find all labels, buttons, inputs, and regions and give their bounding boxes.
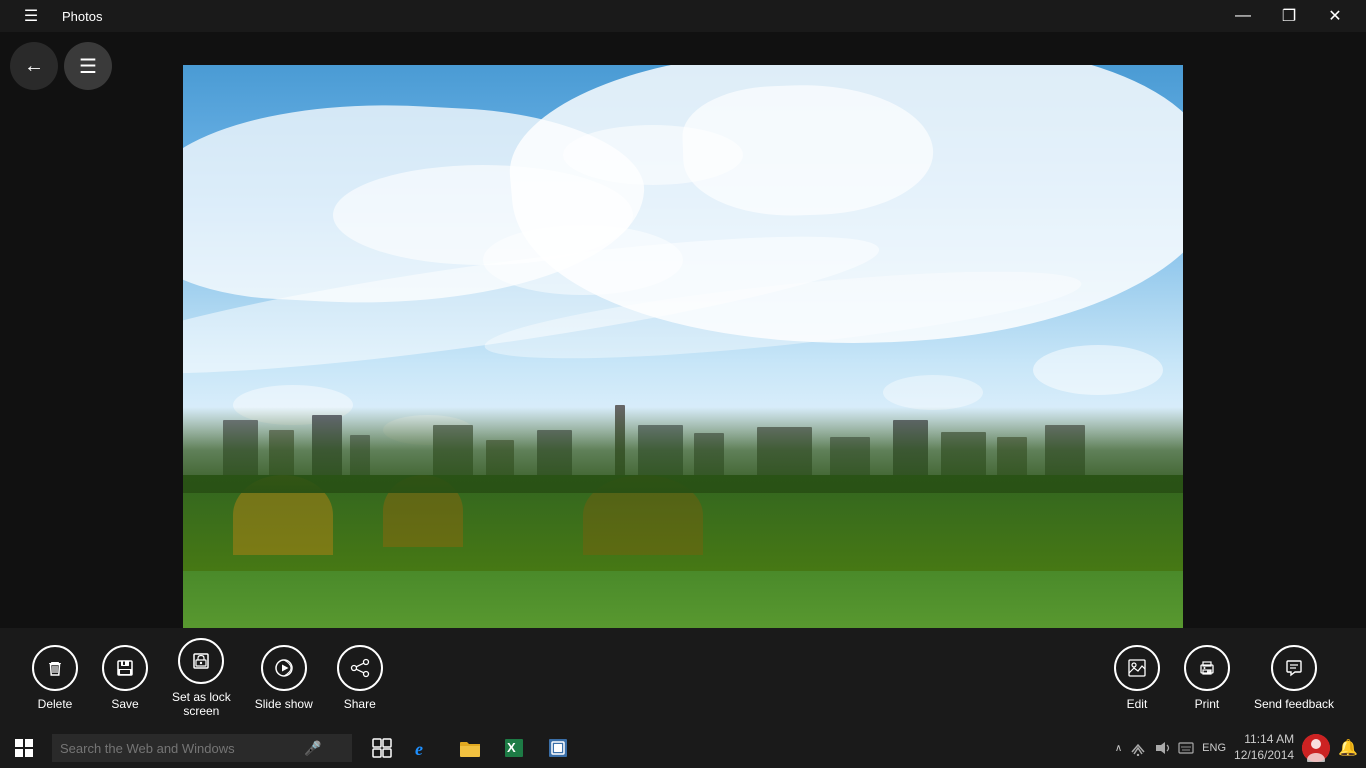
taskbar: 🎤 e X — [0, 728, 1366, 768]
delete-icon — [32, 645, 78, 691]
slide-show-button[interactable]: Slide show — [243, 637, 325, 719]
title-bar-left: ☰ Photos — [8, 0, 102, 32]
delete-button[interactable]: Delete — [20, 637, 90, 719]
photo-area — [0, 32, 1366, 668]
hamburger-icon: ☰ — [24, 6, 38, 26]
delete-label: Delete — [38, 697, 73, 711]
date-label: 12/16/2014 — [1234, 748, 1294, 764]
trees-layer — [183, 407, 1183, 493]
keyboard-icon — [1178, 740, 1194, 756]
maximize-icon: ❐ — [1282, 6, 1296, 26]
slide-show-icon — [261, 645, 307, 691]
app-title: Photos — [62, 9, 102, 24]
task-view-button[interactable] — [360, 728, 404, 768]
minimize-icon: — — [1235, 7, 1251, 25]
search-mic-icon: 🎤 — [304, 740, 321, 757]
svg-text:e: e — [415, 739, 423, 759]
close-button[interactable]: ✕ — [1312, 0, 1358, 32]
edge-button[interactable]: e — [404, 728, 448, 768]
file-explorer-button[interactable] — [448, 728, 492, 768]
lock-screen-icon — [178, 638, 224, 684]
hamburger-button[interactable]: ☰ — [8, 0, 54, 32]
slide-show-label: Slide show — [255, 697, 313, 711]
print-label: Print — [1195, 697, 1220, 711]
time-label: 11:14 AM — [1244, 732, 1294, 748]
set-lock-screen-button[interactable]: Set as lockscreen — [160, 630, 243, 727]
nav-area: ← ☰ — [10, 42, 112, 90]
excel-button[interactable]: X — [492, 728, 536, 768]
title-bar: ☰ Photos — ❐ ✕ — [0, 0, 1366, 32]
print-button[interactable]: Print — [1172, 637, 1242, 719]
share-label: Share — [344, 697, 376, 711]
print-icon — [1184, 645, 1230, 691]
system-tray-expand[interactable]: ∧ — [1115, 743, 1122, 754]
volume-icon — [1154, 740, 1170, 756]
app5-button[interactable] — [536, 728, 580, 768]
menu-icon: ☰ — [79, 54, 97, 79]
ground-layer — [183, 475, 1183, 635]
system-clock[interactable]: 11:14 AM 12/16/2014 — [1234, 732, 1294, 763]
send-feedback-label: Send feedback — [1254, 697, 1334, 711]
user-avatar[interactable] — [1302, 734, 1330, 762]
close-icon: ✕ — [1328, 6, 1341, 26]
start-button[interactable] — [0, 728, 48, 768]
menu-button[interactable]: ☰ — [64, 42, 112, 90]
search-input[interactable] — [60, 741, 300, 756]
back-button[interactable]: ← — [10, 42, 58, 90]
minimize-button[interactable]: — — [1220, 0, 1266, 32]
notification-button[interactable]: 🔔 — [1338, 738, 1358, 758]
language-label: ENG — [1202, 742, 1226, 754]
search-bar[interactable]: 🎤 — [52, 734, 352, 762]
send-feedback-button[interactable]: Send feedback — [1242, 637, 1346, 719]
edit-button[interactable]: Edit — [1102, 637, 1172, 719]
save-icon — [102, 645, 148, 691]
edit-label: Edit — [1127, 697, 1148, 711]
taskbar-right: ∧ ENG 11:14 AM 12/16/2014 🔔 — [1107, 728, 1366, 768]
photo-display — [183, 65, 1183, 635]
share-button[interactable]: Share — [325, 637, 395, 719]
window-controls: — ❐ ✕ — [1220, 0, 1358, 32]
send-feedback-icon — [1271, 645, 1317, 691]
edit-icon — [1114, 645, 1160, 691]
save-button[interactable]: Save — [90, 637, 160, 719]
toolbar: Delete Save Set as lockscreen — [0, 628, 1366, 728]
save-label: Save — [111, 697, 138, 711]
network-icon — [1130, 740, 1146, 756]
taskbar-apps: e X — [360, 728, 580, 768]
set-lock-screen-label: Set as lockscreen — [172, 690, 231, 719]
maximize-button[interactable]: ❐ — [1266, 0, 1312, 32]
share-icon — [337, 645, 383, 691]
back-icon: ← — [24, 55, 44, 78]
svg-text:X: X — [507, 740, 516, 755]
